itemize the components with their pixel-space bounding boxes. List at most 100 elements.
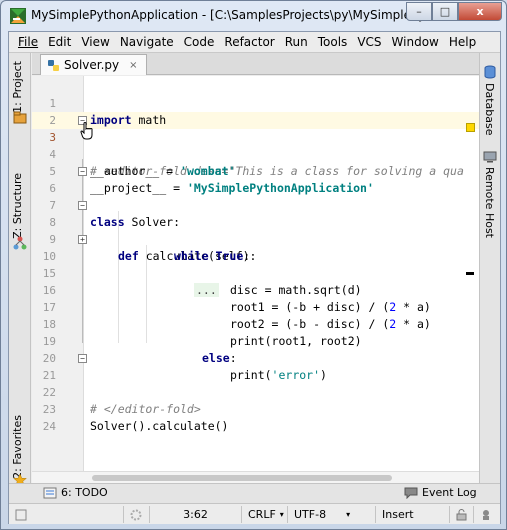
left-tool-strip: 1: Project Z: Structure 2: Favorites xyxy=(9,53,31,500)
scrollbar-thumb[interactable] xyxy=(92,475,392,481)
menu-file-label: File xyxy=(18,35,39,49)
menu-navigate[interactable]: Navigate xyxy=(115,35,179,49)
menu-code-label: Code xyxy=(183,35,215,49)
minimize-button[interactable]: – xyxy=(406,2,432,21)
menu-navigate-label: Navigate xyxy=(119,35,174,49)
code-line-folded: 10 + ... xyxy=(32,231,479,297)
fold-expand-icon[interactable]: + xyxy=(78,235,87,244)
code-text: Solver().calculate() xyxy=(90,419,229,433)
menu-edit-label: Edit xyxy=(48,35,72,49)
lock-icon xyxy=(456,508,467,520)
menu-help-label: Help xyxy=(448,35,477,49)
menu-vcs-label: VCS xyxy=(357,35,382,49)
menu-edit[interactable]: Edit xyxy=(43,35,76,49)
menu-window[interactable]: Window xyxy=(387,35,444,49)
tool-windows-icon xyxy=(15,509,27,520)
code-line: 24 xyxy=(32,401,479,433)
menu-refactor-label: Refactor xyxy=(224,35,275,49)
insert-mode-label: Insert xyxy=(382,508,414,521)
remote-host-icon xyxy=(483,151,497,163)
bottom-tool-strip: 6: TODO Event Log xyxy=(9,483,500,503)
menu-run[interactable]: Run xyxy=(280,35,313,49)
editor-tab-bar: Solver.py × xyxy=(32,53,479,75)
window-controls: – □ x xyxy=(406,2,502,22)
structure-tool-tab[interactable]: Z: Structure xyxy=(11,173,24,239)
favorites-tool-tab[interactable]: 2: Favorites xyxy=(11,415,24,479)
database-tool-label: Database xyxy=(483,83,496,136)
ide-window: MySimplePythonApplication - [C:\SamplesP… xyxy=(0,0,507,530)
fold-collapse-icon[interactable]: − xyxy=(78,201,87,210)
chevron-down-icon: ▾ xyxy=(346,510,351,519)
warning-marker-icon[interactable] xyxy=(466,123,475,132)
encoding-selector[interactable]: UTF-8 ▾ xyxy=(287,506,375,523)
close-button[interactable]: x xyxy=(458,2,502,21)
code-line: 17 root2 = (-b - disc) / (2 * a) xyxy=(32,282,479,331)
code-line: 2 xyxy=(32,95,479,127)
database-tool-tab[interactable]: Database xyxy=(483,83,496,136)
menu-file[interactable]: File xyxy=(13,35,43,49)
menu-view-label: View xyxy=(81,35,110,49)
menu-refactor[interactable]: Refactor xyxy=(219,35,279,49)
right-tool-strip: Database Remote Host xyxy=(479,53,500,500)
window-title: MySimplePythonApplication - [C:\SamplesP… xyxy=(31,8,442,22)
menu-help[interactable]: Help xyxy=(444,35,481,49)
title-bar[interactable]: MySimplePythonApplication - [C:\SamplesP… xyxy=(1,1,506,31)
menu-run-label: Run xyxy=(284,35,308,49)
line-separator-label: CRLF xyxy=(248,508,276,521)
remote-host-tool-label: Remote Host xyxy=(483,167,496,238)
fold-collapse-icon[interactable]: − xyxy=(78,167,87,176)
structure-tool-label: Z: Structure xyxy=(11,173,24,239)
background-tasks-icon xyxy=(130,509,142,520)
project-tool-icon xyxy=(13,111,27,124)
remote-host-tool-tab[interactable]: Remote Host xyxy=(483,167,496,238)
caret-position-label: 3:62 xyxy=(183,508,208,521)
code-line: 1 import math xyxy=(32,78,479,127)
todo-icon xyxy=(43,487,57,498)
line-separator-selector[interactable]: CRLF ▾ xyxy=(241,506,287,523)
encoding-label: UTF-8 xyxy=(294,508,327,521)
code-line: 19 else: xyxy=(32,316,479,365)
code-line: 7 xyxy=(32,180,479,212)
error-stripe-marker[interactable] xyxy=(466,272,474,275)
maximize-button[interactable]: □ xyxy=(432,2,458,21)
menu-bar: File Edit View Navigate Code Refactor Ru… xyxy=(9,32,500,52)
code-line: 5 __project__ = 'MySimplePythonApplicati… xyxy=(32,146,479,195)
code-line: 18 print(root1, root2) xyxy=(32,299,479,348)
code-line: 22 xyxy=(32,367,479,399)
code-line: 23 Solver().calculate() xyxy=(32,384,479,433)
event-log-label: Event Log xyxy=(422,486,477,499)
ide-client-area: File Edit View Navigate Code Refactor Ru… xyxy=(8,31,501,524)
tab-label: Solver.py xyxy=(64,58,120,72)
horizontal-scrollbar[interactable] xyxy=(32,471,479,483)
menu-tools-label: Tools xyxy=(317,35,348,49)
tab-solver-py[interactable]: Solver.py × xyxy=(40,54,147,75)
insert-mode[interactable]: Insert xyxy=(375,506,449,523)
menu-vcs[interactable]: VCS xyxy=(352,35,386,49)
tab-close-icon[interactable]: × xyxy=(129,60,137,71)
chevron-down-icon: ▾ xyxy=(279,510,284,519)
todo-tool-tab[interactable]: 6: TODO xyxy=(43,486,108,499)
read-only-toggle[interactable] xyxy=(449,506,473,523)
event-log-icon xyxy=(404,487,418,499)
code-line: 20 print('error') xyxy=(32,333,479,382)
status-toggle[interactable] xyxy=(9,506,39,523)
project-tool-label: 1: Project xyxy=(11,61,24,113)
menu-tools[interactable]: Tools xyxy=(313,35,353,49)
project-tool-tab[interactable]: 1: Project xyxy=(11,61,24,113)
pycharm-app-icon xyxy=(10,8,26,24)
code-line: 6 − class Solver: xyxy=(32,163,479,229)
menu-window-label: Window xyxy=(391,35,439,49)
menu-code[interactable]: Code xyxy=(179,35,220,49)
favorites-tool-label: 2: Favorites xyxy=(11,415,24,479)
menu-view[interactable]: View xyxy=(76,35,114,49)
event-log-tool-tab[interactable]: Event Log xyxy=(404,486,477,499)
hector-button[interactable] xyxy=(473,506,499,523)
code-line: 9 while True: xyxy=(32,214,479,263)
inspector-icon xyxy=(483,509,489,520)
caret-position[interactable]: 3:62 xyxy=(149,506,241,523)
line-number: 24 xyxy=(42,420,56,433)
code-line: 4 __author__ = 'wombat' xyxy=(32,129,479,178)
fold-end-icon[interactable]: − xyxy=(78,354,87,363)
code-line: 15 disc = math.sqrt(d) xyxy=(32,248,479,297)
code-editor[interactable]: 1 import math 2 3 − # <editor-fold desc=… xyxy=(32,76,479,471)
